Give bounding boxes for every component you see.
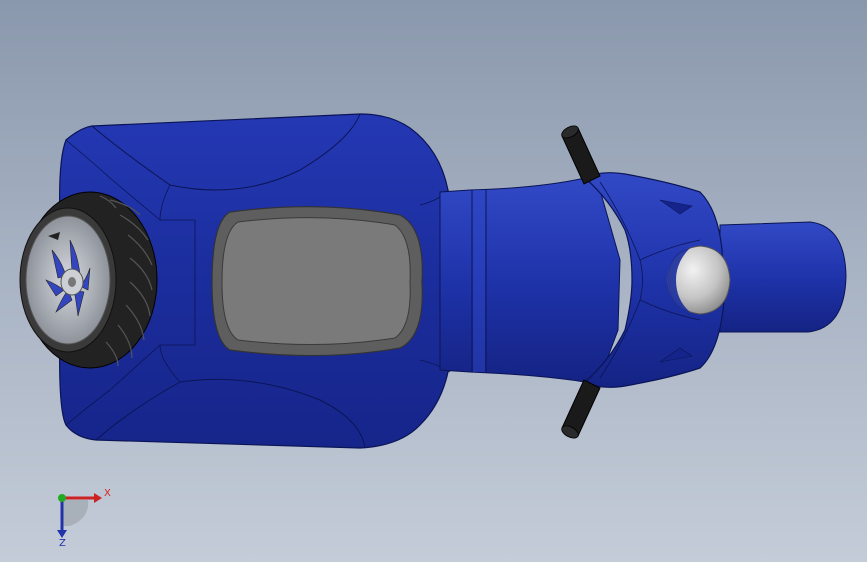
z-axis-label: Z	[59, 538, 66, 548]
model-viewport[interactable]	[0, 0, 867, 562]
orientation-triad: X Z	[57, 488, 111, 548]
center-tube[interactable]	[439, 177, 621, 383]
right-grip[interactable]	[560, 379, 601, 441]
front-fender[interactable]	[719, 221, 847, 333]
spare-wheel[interactable]	[19, 191, 158, 369]
x-axis-label: X	[104, 488, 111, 499]
left-grip[interactable]	[560, 123, 601, 185]
y-axis-dot	[58, 494, 66, 502]
triad-plane	[62, 500, 89, 526]
seat[interactable]	[211, 206, 423, 357]
